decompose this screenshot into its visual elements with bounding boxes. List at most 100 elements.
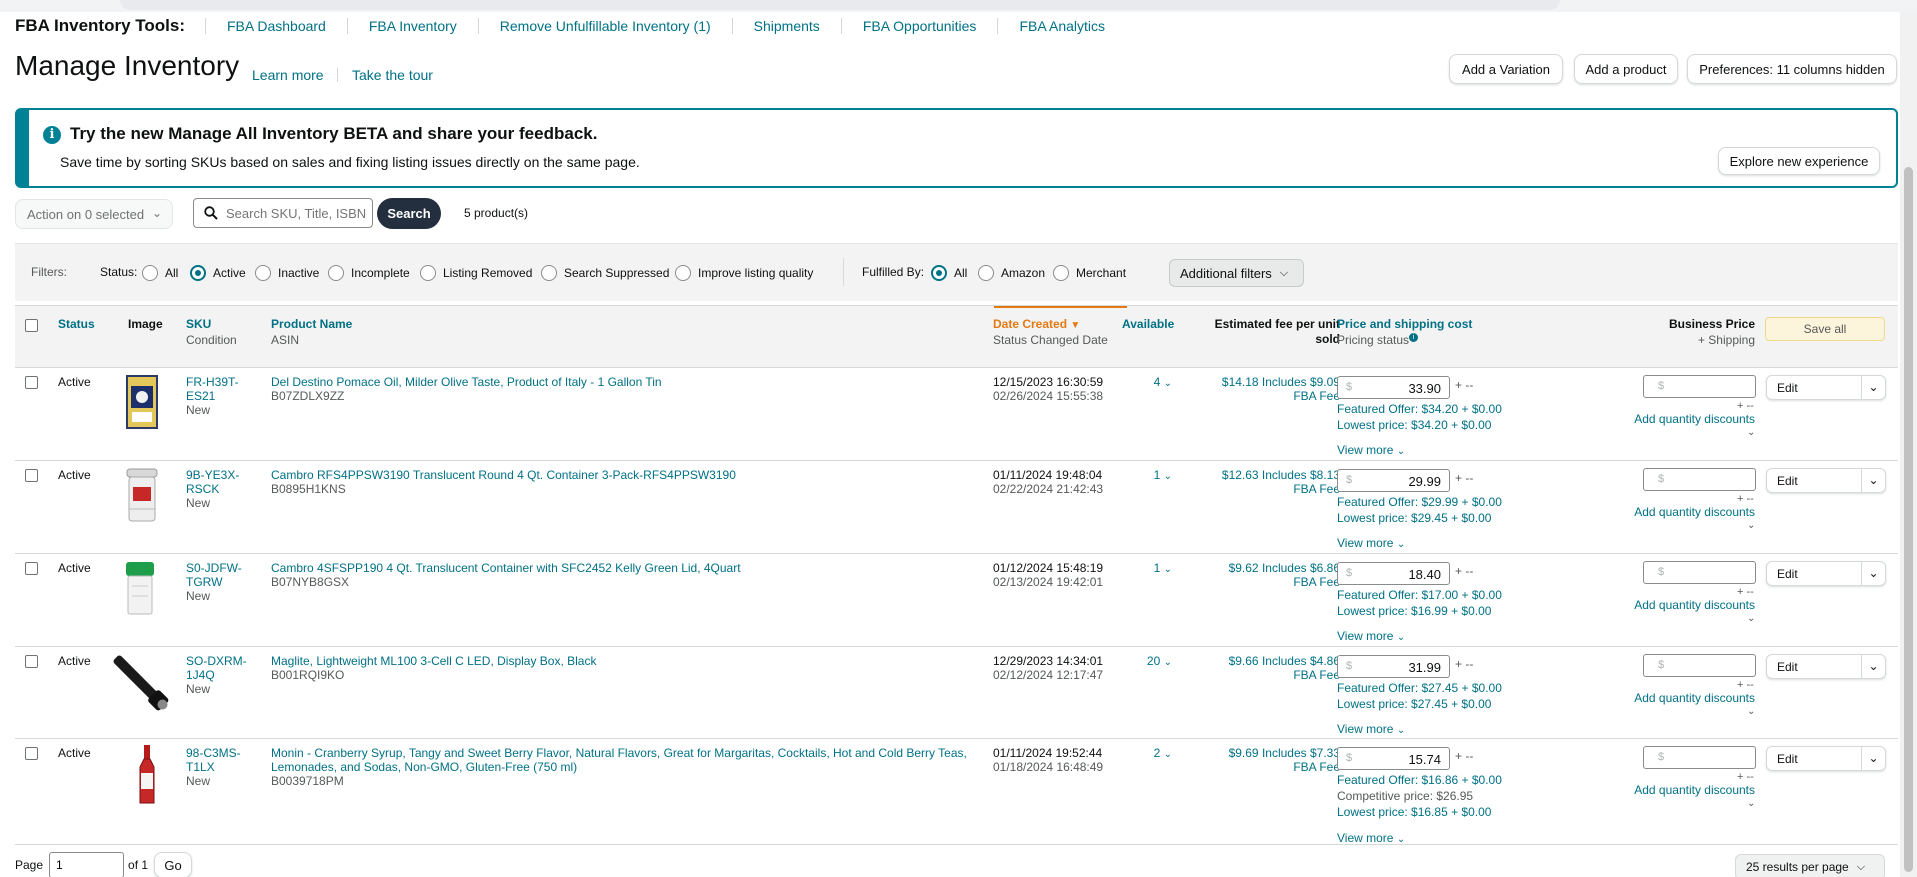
save-all-button[interactable]: Save all — [1765, 317, 1885, 341]
nav-fba-opportunities[interactable]: FBA Opportunities — [840, 18, 998, 34]
nav-fba-inventory[interactable]: FBA Inventory — [346, 18, 478, 34]
header-sku[interactable]: SKU Condition — [186, 317, 237, 347]
status-filter-active[interactable]: Active — [190, 265, 246, 281]
row-checkbox[interactable] — [25, 562, 38, 575]
status-filter-listing-removed[interactable]: Listing Removed — [420, 265, 532, 281]
chevron-down-icon[interactable]: ⌄ — [1747, 520, 1755, 531]
chevron-down-icon[interactable]: ⌄ — [1861, 562, 1885, 585]
row-checkbox[interactable] — [25, 655, 38, 668]
lowest-price-link[interactable]: Lowest price: $16.85 + $0.00 — [1337, 804, 1557, 820]
featured-offer-link[interactable]: Featured Offer: $29.99 + $0.00 — [1337, 494, 1557, 510]
product-name-link[interactable]: Cambro RFS4PPSW3190 Translucent Round 4 … — [271, 468, 736, 482]
page-scrollbar[interactable] — [1900, 12, 1917, 877]
row-checkbox[interactable] — [25, 376, 38, 389]
view-more-link[interactable]: View more ⌄ — [1337, 722, 1405, 738]
row-sku[interactable]: FR-H39T-ES21 New — [186, 375, 252, 417]
edit-button[interactable]: Edit — [1777, 567, 1798, 581]
product-name-link[interactable]: Monin - Cranberry Syrup, Tangy and Sweet… — [271, 746, 967, 774]
learn-more-link[interactable]: Learn more — [252, 67, 324, 83]
price-input[interactable]: $29.99 — [1337, 469, 1450, 492]
featured-offer-link[interactable]: Featured Offer: $27.45 + $0.00 — [1337, 680, 1557, 696]
fulfilled-filter-all[interactable]: All — [931, 265, 967, 281]
row-available[interactable]: 2 ⌄ — [1122, 746, 1172, 762]
product-name-link[interactable]: Cambro 4SFSPP190 4 Qt. Translucent Conta… — [271, 561, 741, 575]
row-checkbox[interactable] — [25, 469, 38, 482]
nav-fba-analytics[interactable]: FBA Analytics — [997, 18, 1126, 34]
fulfilled-filter-merchant[interactable]: Merchant — [1053, 265, 1126, 281]
scrollbar-thumb[interactable] — [1904, 167, 1913, 872]
row-available[interactable]: 20 ⌄ — [1122, 654, 1172, 670]
row-sku[interactable]: S0-JDFW-TGRW New — [186, 561, 252, 603]
status-filter-all[interactable]: All — [142, 265, 178, 281]
go-button[interactable]: Go — [154, 852, 193, 877]
row-estimated-fee[interactable]: $12.63 Includes $8.13 FBA Fee — [1208, 468, 1340, 496]
add-quantity-discounts-link[interactable]: Add quantity discounts — [1595, 412, 1755, 426]
price-input[interactable]: $18.40 — [1337, 562, 1450, 585]
edit-button[interactable]: Edit — [1777, 474, 1798, 488]
row-product-name[interactable]: Del Destino Pomace Oil, Milder Olive Tas… — [271, 375, 981, 403]
lowest-price-link[interactable]: Lowest price: $29.45 + $0.00 — [1337, 510, 1557, 526]
edit-button[interactable]: Edit — [1777, 660, 1798, 674]
view-more-link[interactable]: View more ⌄ — [1337, 536, 1405, 552]
add-product-button[interactable]: Add a product — [1574, 54, 1678, 84]
header-price[interactable]: Price and shipping cost Pricing status i — [1337, 317, 1472, 347]
view-more-link[interactable]: View more ⌄ — [1337, 629, 1405, 645]
nav-fba-dashboard[interactable]: FBA Dashboard — [205, 18, 347, 34]
row-available[interactable]: 4 ⌄ — [1122, 375, 1172, 391]
lowest-price-link[interactable]: Lowest price: $27.45 + $0.00 — [1337, 696, 1557, 712]
edit-split-button[interactable]: Edit ⌄ — [1766, 375, 1886, 400]
featured-offer-link[interactable]: Featured Offer: $17.00 + $0.00 — [1337, 587, 1557, 603]
green-lid-container-image[interactable] — [122, 558, 158, 621]
fulfilled-filter-amazon[interactable]: Amazon — [978, 265, 1045, 281]
header-available[interactable]: Available — [1122, 317, 1174, 331]
results-per-page-select[interactable]: 25 results per page ⌵ — [1735, 854, 1885, 877]
header-date-created[interactable]: Date Created ▼ Status Changed Date — [993, 317, 1108, 347]
header-product-name[interactable]: Product Name ASIN — [271, 317, 352, 347]
row-product-name[interactable]: Maglite, Lightweight ML100 3-Cell C LED,… — [271, 654, 981, 682]
address-bar[interactable] — [120, 0, 1560, 10]
edit-split-button[interactable]: Edit ⌄ — [1766, 746, 1886, 771]
featured-offer-link[interactable]: Featured Offer: $16.86 + $0.00 — [1337, 772, 1557, 788]
add-quantity-discounts-link[interactable]: Add quantity discounts — [1595, 691, 1755, 705]
product-name-link[interactable]: Del Destino Pomace Oil, Milder Olive Tas… — [271, 375, 662, 389]
take-tour-link[interactable]: Take the tour — [352, 67, 433, 83]
page-number-input[interactable] — [49, 852, 125, 877]
view-more-link[interactable]: View more ⌄ — [1337, 443, 1405, 459]
row-product-name[interactable]: Monin - Cranberry Syrup, Tangy and Sweet… — [271, 746, 981, 788]
row-estimated-fee[interactable]: $9.62 Includes $6.86 FBA Fee — [1208, 561, 1340, 589]
row-available[interactable]: 1 ⌄ — [1122, 468, 1172, 484]
edit-split-button[interactable]: Edit ⌄ — [1766, 654, 1886, 679]
featured-offer-link[interactable]: Featured Offer: $34.20 + $0.00 — [1337, 401, 1557, 417]
row-estimated-fee[interactable]: $14.18 Includes $9.09 FBA Fee — [1208, 375, 1340, 403]
price-input[interactable]: $31.99 — [1337, 655, 1450, 678]
lowest-price-link[interactable]: Lowest price: $34.20 + $0.00 — [1337, 417, 1557, 433]
business-price-input[interactable]: $ — [1643, 746, 1756, 769]
header-status[interactable]: Status — [58, 317, 95, 331]
row-available[interactable]: 1 ⌄ — [1122, 561, 1172, 577]
flashlight-image[interactable] — [111, 651, 173, 720]
row-product-name[interactable]: Cambro RFS4PPSW3190 Translucent Round 4 … — [271, 468, 981, 496]
chevron-down-icon[interactable]: ⌄ — [1861, 376, 1885, 399]
chevron-down-icon[interactable]: ⌄ — [1861, 469, 1885, 492]
search-button[interactable]: Search — [377, 198, 441, 229]
edit-button[interactable]: Edit — [1777, 752, 1798, 766]
edit-split-button[interactable]: Edit ⌄ — [1766, 468, 1886, 493]
status-filter-search-suppressed[interactable]: Search Suppressed — [541, 265, 669, 281]
row-estimated-fee[interactable]: $9.66 Includes $4.86 FBA Fee — [1208, 654, 1340, 682]
status-filter-incomplete[interactable]: Incomplete — [328, 265, 410, 281]
nav-remove-unfulfillable[interactable]: Remove Unfulfillable Inventory (1) — [477, 18, 732, 34]
explore-new-experience-button[interactable]: Explore new experience — [1718, 147, 1880, 175]
row-estimated-fee[interactable]: $9.69 Includes $7.33 FBA Fee — [1208, 746, 1340, 774]
syrup-bottle-image[interactable] — [136, 743, 158, 808]
chevron-down-icon[interactable]: ⌄ — [1861, 747, 1885, 770]
container-pack-image[interactable] — [122, 465, 162, 528]
search-box[interactable] — [193, 198, 373, 228]
product-name-link[interactable]: Maglite, Lightweight ML100 3-Cell C LED,… — [271, 654, 596, 668]
add-quantity-discounts-link[interactable]: Add quantity discounts — [1595, 505, 1755, 519]
business-price-input[interactable]: $ — [1643, 654, 1756, 677]
select-all-checkbox[interactable] — [25, 319, 38, 332]
chevron-down-icon[interactable]: ⌄ — [1747, 798, 1755, 809]
row-sku[interactable]: SO-DXRM-1J4Q New — [186, 654, 252, 696]
row-sku[interactable]: 98-C3MS-T1LX New — [186, 746, 252, 788]
chevron-down-icon[interactable]: ⌄ — [1747, 706, 1755, 717]
